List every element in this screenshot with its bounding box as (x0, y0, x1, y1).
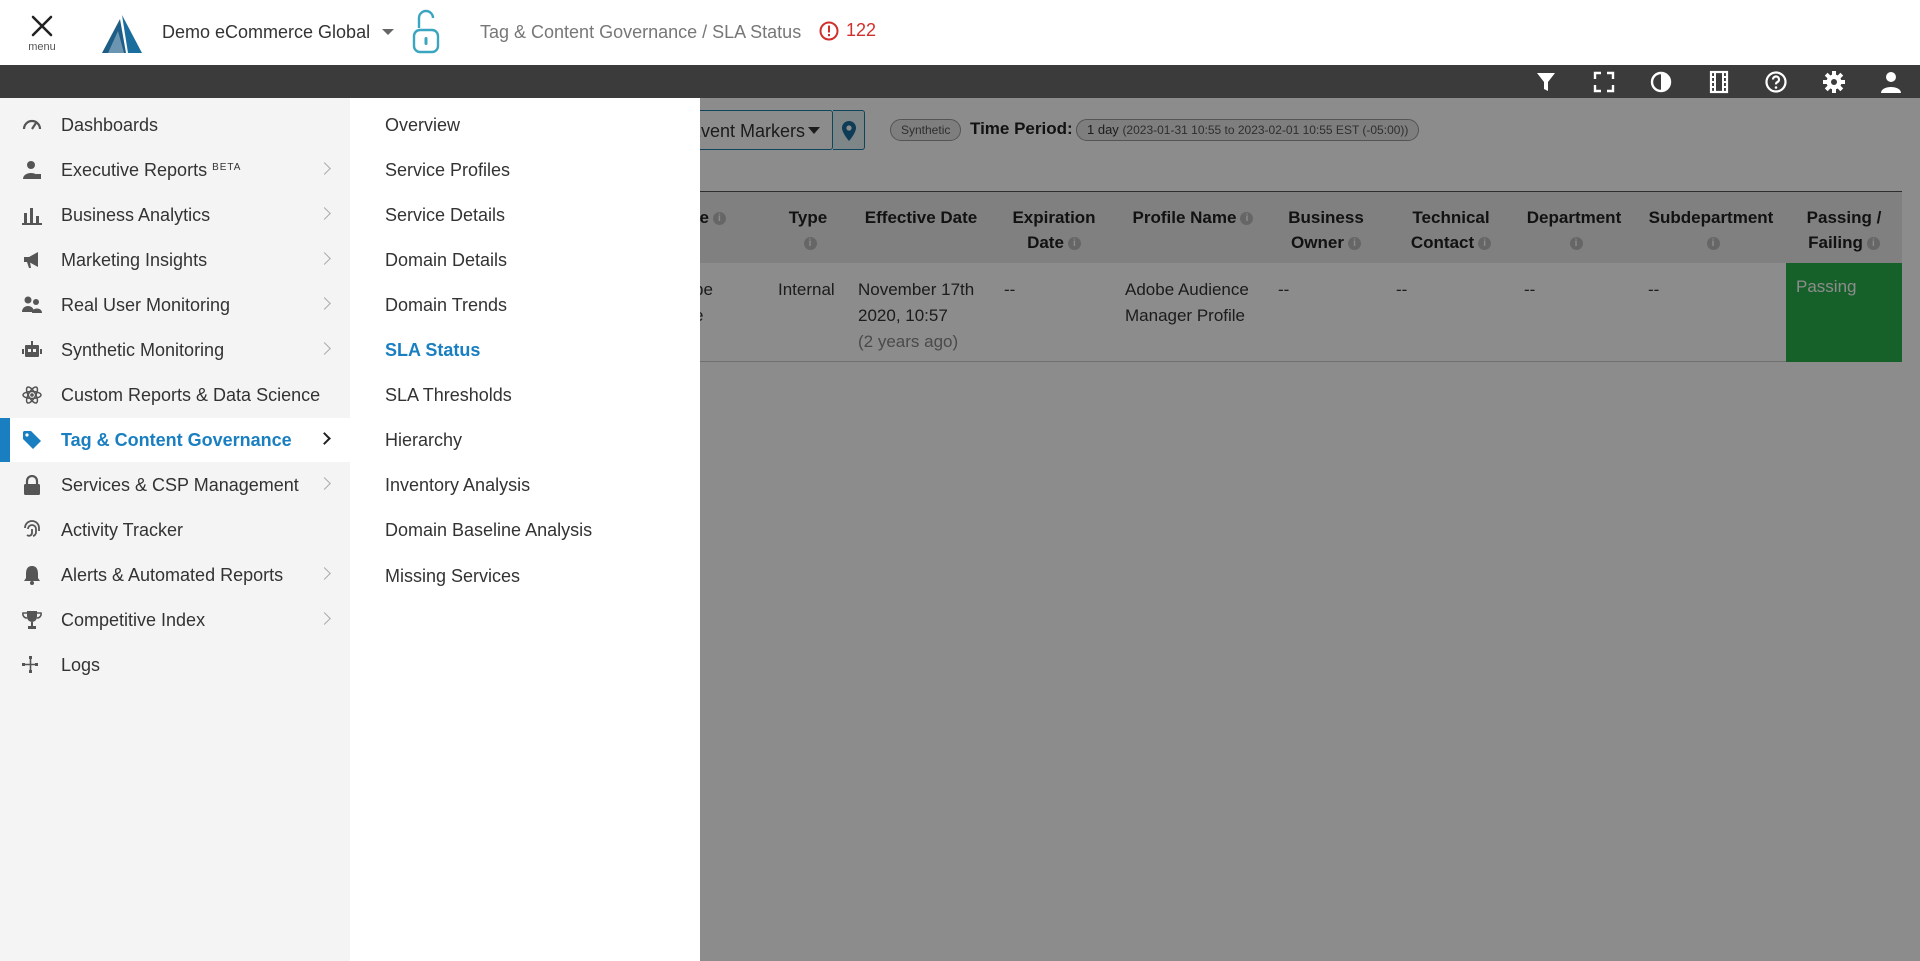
submenu-item-hierarchy[interactable]: Hierarchy (385, 430, 462, 451)
sidebar-item-real-user-monitoring[interactable]: Real User Monitoring (0, 283, 350, 327)
chevron-right-icon (318, 207, 331, 220)
submenu-item-sla-thresholds[interactable]: SLA Thresholds (385, 385, 512, 406)
top-header: menu Demo eCommerce Global Tag & Content… (0, 0, 1920, 65)
fingerprint-icon (24, 520, 40, 537)
submenu-item-missing-services[interactable]: Missing Services (385, 566, 520, 587)
submenu-item-domain-baseline-analysis[interactable]: Domain Baseline Analysis (385, 520, 592, 541)
submenu-item-domain-details[interactable]: Domain Details (385, 250, 507, 271)
submenu-item-overview[interactable]: Overview (385, 115, 460, 136)
lock-icon (24, 475, 40, 495)
chevron-right-icon (318, 432, 331, 445)
brand-logo-icon[interactable] (98, 13, 144, 60)
trophy-icon (22, 611, 42, 629)
org-caret-icon[interactable] (382, 29, 394, 35)
settings-gear-icon[interactable] (1822, 70, 1846, 94)
filter-icon[interactable] (1534, 70, 1558, 94)
help-icon[interactable] (1764, 70, 1788, 94)
submenu-item-sla-status[interactable]: SLA Status (385, 340, 480, 361)
user-icon[interactable] (1879, 70, 1903, 94)
chevron-right-icon (318, 477, 331, 490)
unlocked-icon[interactable] (411, 8, 441, 61)
alert-count: 122 (846, 20, 877, 40)
users-icon (22, 296, 42, 313)
tag-icon (23, 431, 41, 449)
chevron-right-icon (318, 612, 331, 625)
submenu-item-service-details[interactable]: Service Details (385, 205, 505, 226)
sidebar-item-dashboards[interactable]: Dashboards (0, 103, 350, 147)
bell-icon (24, 566, 40, 585)
sidebar-item-activity-tracker[interactable]: Activity Tracker (0, 508, 350, 552)
atom-icon (22, 386, 42, 404)
sidebar-item-marketing-insights[interactable]: Marketing Insights (0, 238, 350, 282)
sidebar-item-tag-content-governance[interactable]: Tag & Content Governance (0, 418, 350, 462)
menu-label: menu (28, 41, 56, 53)
sidebar-item-alerts-reports[interactable]: Alerts & Automated Reports (0, 553, 350, 597)
bar-chart-icon (22, 208, 42, 225)
chevron-right-icon (318, 567, 331, 580)
executive-icon (23, 161, 41, 179)
submenu-item-service-profiles[interactable]: Service Profiles (385, 160, 510, 181)
sidebar-item-services-csp[interactable]: Services & CSP Management (0, 463, 350, 507)
sidebar-item-logs[interactable]: Logs (0, 643, 350, 687)
logs-icon (22, 656, 38, 673)
close-menu-button[interactable]: menu (22, 10, 62, 60)
chevron-right-icon (318, 342, 331, 355)
beta-badge: BETA (212, 162, 242, 173)
submenu-item-inventory-analysis[interactable]: Inventory Analysis (385, 475, 530, 496)
sidebar-item-competitive-index[interactable]: Competitive Index (0, 598, 350, 642)
alert-icon (819, 21, 839, 40)
chevron-right-icon (318, 297, 331, 310)
annotations-icon[interactable] (1707, 70, 1731, 94)
alerts-counter[interactable]: 122 (819, 20, 876, 41)
gauge-icon (22, 119, 42, 130)
robot-icon (22, 341, 42, 357)
chevron-right-icon (318, 252, 331, 265)
sidebar-item-business-analytics[interactable]: Business Analytics (0, 193, 350, 237)
megaphone-icon (24, 252, 38, 268)
sidebar-item-executive-reports[interactable]: Executive Reports BETA (0, 148, 350, 192)
chevron-right-icon (318, 162, 331, 175)
org-selector-label[interactable]: Demo eCommerce Global (162, 22, 370, 43)
sidebar: Dashboards Executive Reports BETA Busines… (0, 98, 350, 961)
fullscreen-icon[interactable] (1592, 70, 1616, 94)
close-icon (31, 15, 53, 37)
toolbar (0, 65, 1920, 98)
sidebar-item-synthetic-monitoring[interactable]: Synthetic Monitoring (0, 328, 350, 372)
submenu-item-domain-trends[interactable]: Domain Trends (385, 295, 507, 316)
sidebar-item-custom-reports[interactable]: Custom Reports & Data Science (0, 373, 350, 417)
contrast-icon[interactable] (1649, 70, 1673, 94)
breadcrumb: Tag & Content Governance / SLA Status (480, 22, 802, 42)
submenu-panel: Overview Service Profiles Service Detail… (350, 98, 700, 961)
